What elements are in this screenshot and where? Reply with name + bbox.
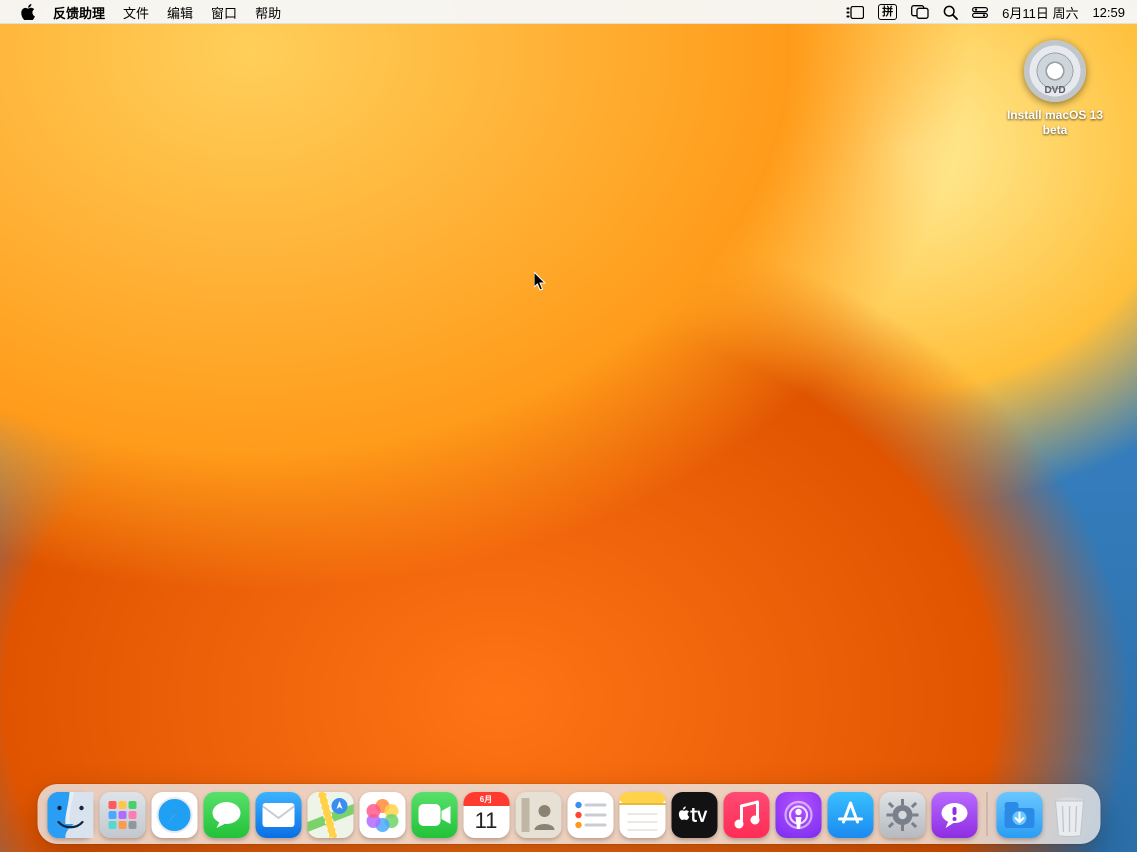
reminders-icon bbox=[574, 801, 606, 829]
dock-calendar[interactable]: 6月 11 bbox=[463, 792, 509, 838]
dock-safari[interactable] bbox=[151, 792, 197, 838]
dvd-brand-label: DVD bbox=[1024, 85, 1086, 96]
stage-manager-icon[interactable] bbox=[846, 6, 864, 19]
dock-downloads[interactable] bbox=[996, 792, 1042, 838]
safari-icon bbox=[155, 796, 193, 834]
desktop-item-label-line2: beta bbox=[1043, 123, 1068, 137]
apple-logo-icon bbox=[21, 4, 35, 20]
dock-messages[interactable] bbox=[203, 792, 249, 838]
input-method-icon[interactable]: 拼 bbox=[878, 4, 897, 20]
dock-launchpad[interactable] bbox=[99, 792, 145, 838]
dock-podcasts[interactable] bbox=[775, 792, 821, 838]
apple-menu[interactable] bbox=[12, 4, 44, 20]
dock-facetime[interactable] bbox=[411, 792, 457, 838]
menu-app-name[interactable]: 反馈助理 bbox=[44, 3, 114, 22]
menu-help[interactable]: 帮助 bbox=[246, 3, 290, 22]
menu-bar: 反馈助理 文件 编辑 窗口 帮助 拼 6月11日 周六 12:59 bbox=[0, 0, 1137, 24]
dock-feedback-assistant[interactable] bbox=[931, 792, 977, 838]
dock-settings[interactable] bbox=[879, 792, 925, 838]
music-icon bbox=[733, 800, 759, 830]
contacts-icon bbox=[515, 792, 561, 838]
dock-finder[interactable] bbox=[47, 792, 93, 838]
facetime-icon bbox=[418, 804, 450, 826]
dvd-disc-icon: DVD bbox=[1024, 40, 1086, 102]
desktop-item-install-macos[interactable]: DVD Install macOS 13 beta bbox=[995, 40, 1115, 138]
finder-icon bbox=[47, 792, 93, 838]
desktop[interactable]: 反馈助理 文件 编辑 窗口 帮助 拼 6月11日 周六 12:59 bbox=[0, 0, 1137, 852]
dock-reminders[interactable] bbox=[567, 792, 613, 838]
mail-icon bbox=[262, 803, 294, 827]
maps-icon bbox=[307, 792, 353, 838]
trash-icon bbox=[1052, 794, 1086, 838]
dock-appstore[interactable] bbox=[827, 792, 873, 838]
screen-mirroring-icon[interactable] bbox=[911, 5, 929, 19]
dock-trash[interactable] bbox=[1048, 790, 1090, 838]
mouse-cursor-icon bbox=[534, 272, 548, 297]
photos-icon bbox=[364, 797, 400, 833]
desktop-item-label-line1: Install macOS 13 bbox=[1007, 108, 1103, 122]
dock-music[interactable] bbox=[723, 792, 769, 838]
calendar-day-label: 11 bbox=[475, 808, 498, 834]
feedback-icon bbox=[939, 801, 969, 829]
podcasts-icon bbox=[782, 799, 814, 831]
messages-icon bbox=[210, 800, 242, 830]
dock: 6月 11 bbox=[37, 784, 1100, 844]
settings-gear-icon bbox=[884, 797, 920, 833]
calendar-month-label: 6月 bbox=[463, 792, 509, 806]
dock-contacts[interactable] bbox=[515, 792, 561, 838]
menu-file[interactable]: 文件 bbox=[114, 3, 158, 22]
launchpad-icon bbox=[107, 800, 137, 830]
appletv-icon bbox=[677, 805, 711, 825]
dock-notes[interactable] bbox=[619, 792, 665, 838]
menubar-date[interactable]: 6月11日 周六 bbox=[1002, 3, 1078, 22]
menu-edit[interactable]: 编辑 bbox=[158, 3, 202, 22]
notes-icon bbox=[619, 792, 665, 838]
menu-window[interactable]: 窗口 bbox=[202, 3, 246, 22]
dock-separator bbox=[986, 792, 987, 836]
dock-photos[interactable] bbox=[359, 792, 405, 838]
menubar-time[interactable]: 12:59 bbox=[1092, 5, 1125, 20]
dock-tv[interactable] bbox=[671, 792, 717, 838]
downloads-icon bbox=[1004, 802, 1034, 828]
dock-maps[interactable] bbox=[307, 792, 353, 838]
appstore-icon bbox=[835, 800, 865, 830]
control-center-icon[interactable] bbox=[972, 7, 988, 18]
dock-mail[interactable] bbox=[255, 792, 301, 838]
spotlight-icon[interactable] bbox=[943, 5, 958, 20]
